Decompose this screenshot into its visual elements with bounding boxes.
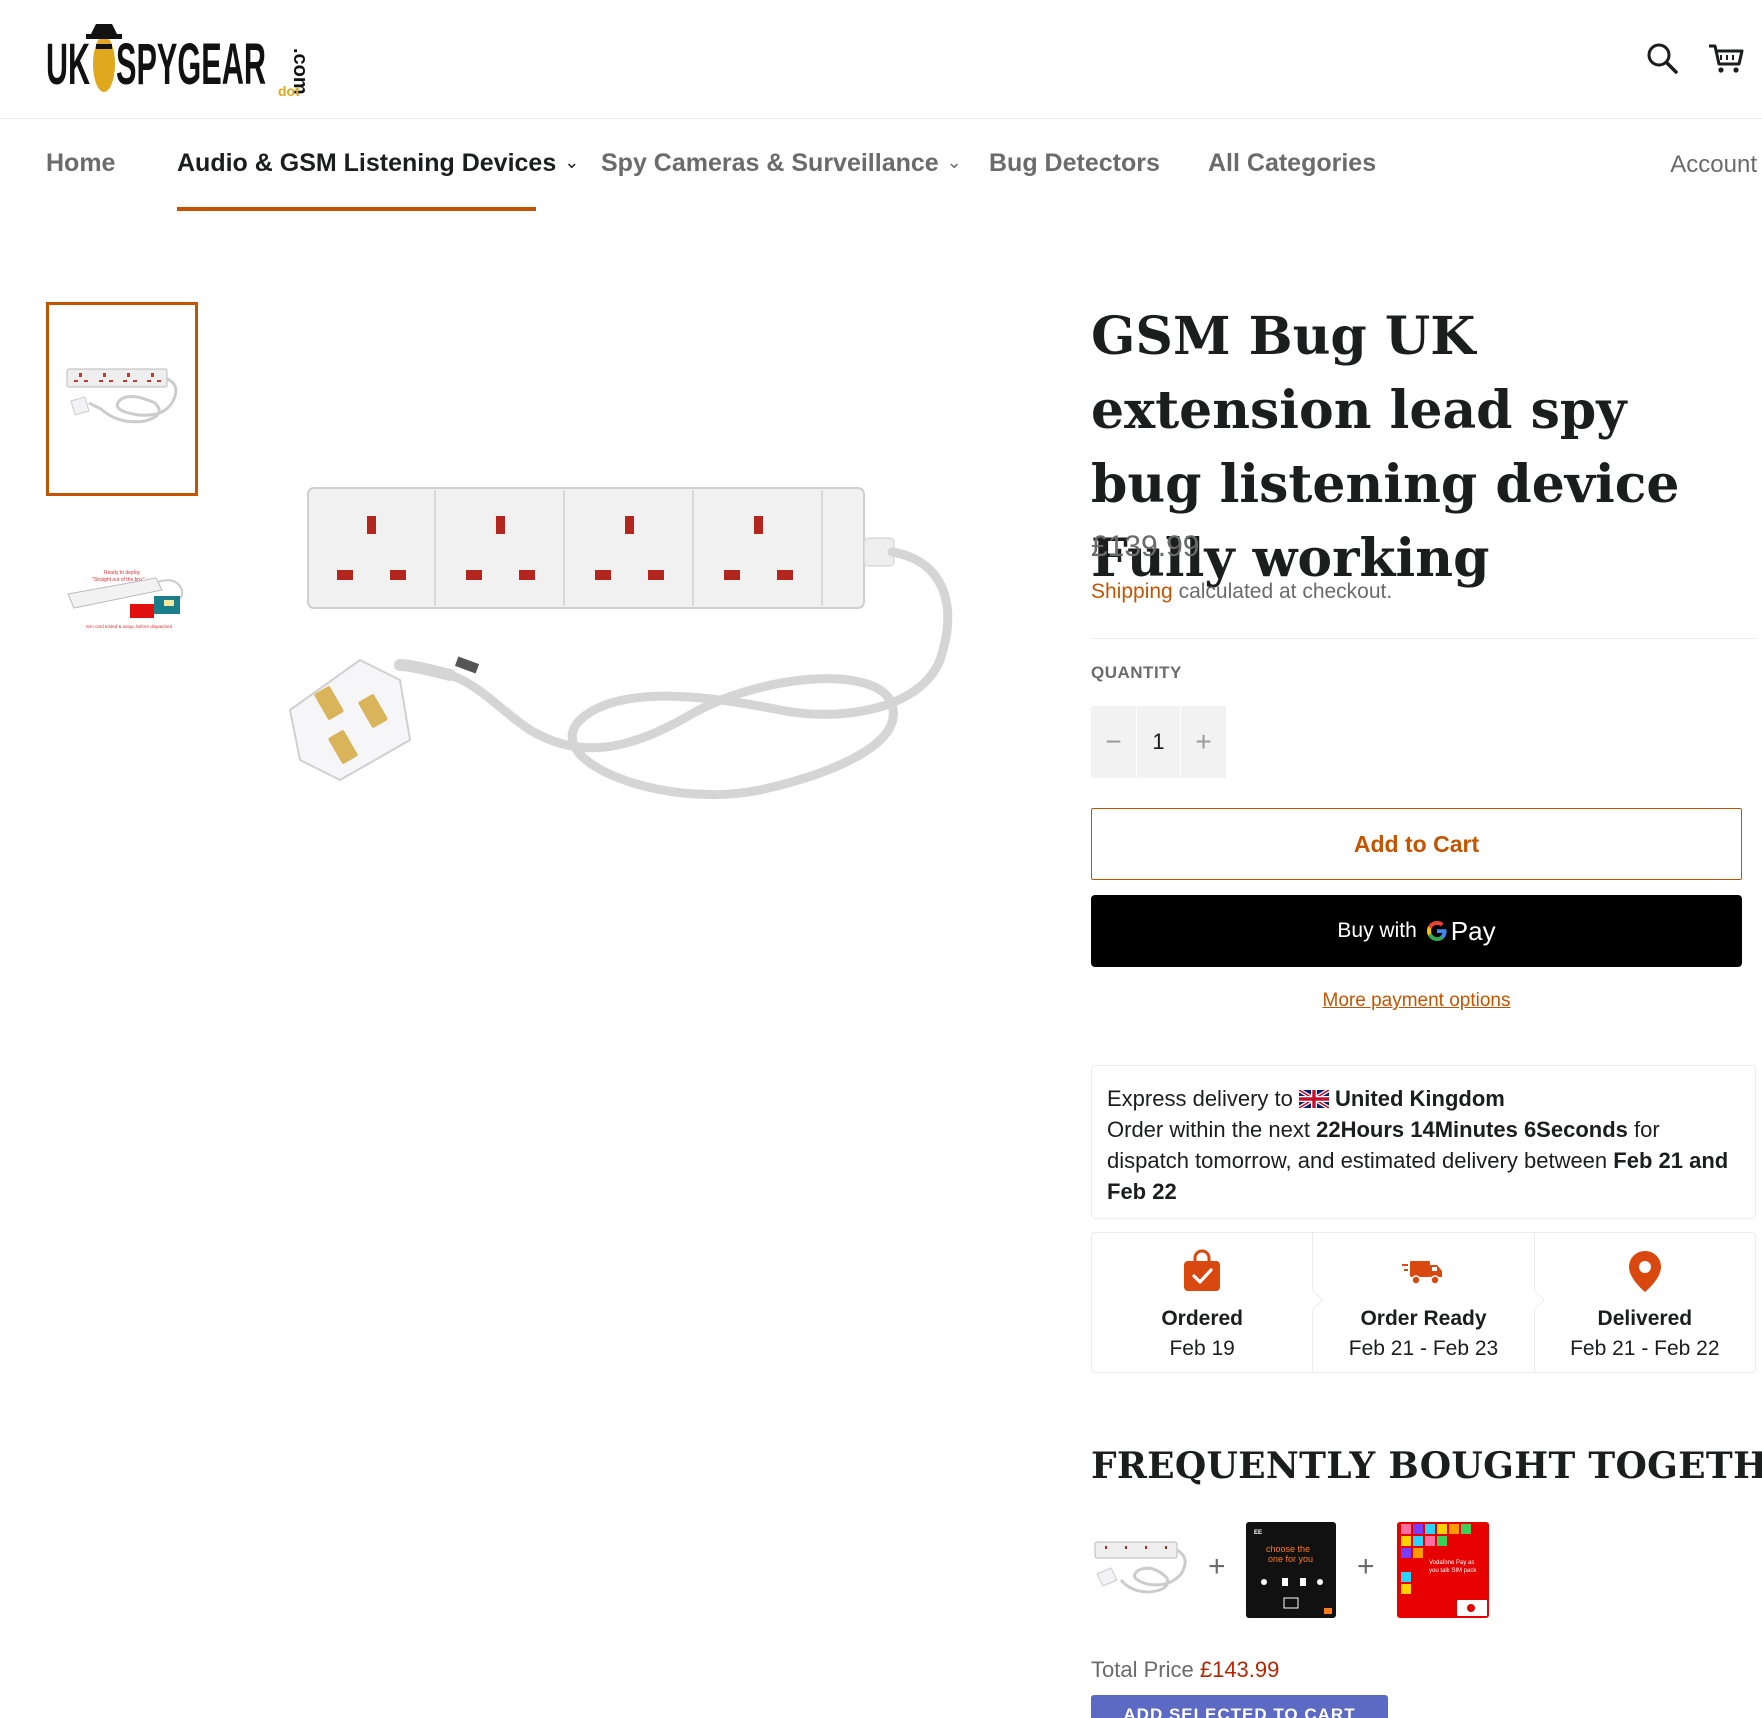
nav-item-audio-gsm[interactable]: Audio & GSM Listening Devices ⌄ xyxy=(177,149,579,178)
delivery-line2-prefix: Order within the next xyxy=(1107,1117,1310,1142)
search-icon[interactable] xyxy=(1642,38,1682,78)
main-nav: Home Audio & GSM Listening Devices ⌄ Spy … xyxy=(0,119,1762,214)
delivery-truck-icon xyxy=(1402,1261,1443,1285)
quantity-decrease-button[interactable]: − xyxy=(1091,706,1136,778)
divider xyxy=(1091,638,1756,639)
svg-text:choose the: choose the xyxy=(1266,1544,1310,1554)
fbt-total-price: Total Price £143.99 xyxy=(1091,1657,1279,1683)
timeline-step-ordered: Ordered Feb 19 xyxy=(1092,1233,1324,1372)
fbt-total-label: Total Price xyxy=(1091,1657,1194,1682)
timeline-step-title: Ordered xyxy=(1161,1307,1244,1330)
nav-item-label: Bug Detectors xyxy=(989,149,1160,177)
nav-item-label: Spy Cameras & Surveillance xyxy=(601,149,939,177)
svg-text:UK: UK xyxy=(46,32,90,97)
svg-text:SPYGEAR: SPYGEAR xyxy=(116,32,266,97)
nav-item-label: Home xyxy=(46,149,116,177)
nav-item-all-categories[interactable]: All Categories xyxy=(1208,149,1376,178)
fbt-product-extension-lead[interactable] xyxy=(1091,1518,1191,1620)
delivery-country: United Kingdom xyxy=(1334,1086,1505,1111)
delivery-countdown: 22Hours 14Minutes 6Seconds xyxy=(1316,1117,1628,1142)
quantity-input[interactable]: 1 xyxy=(1136,706,1181,778)
shipping-link[interactable]: Shipping xyxy=(1091,580,1173,603)
timeline-step-date: Feb 21 - Feb 22 xyxy=(1570,1337,1720,1360)
map-pin-icon xyxy=(1628,1251,1661,1292)
svg-text:EE: EE xyxy=(1254,1530,1262,1536)
timeline-step-delivered: Delivered Feb 21 - Feb 22 xyxy=(1535,1233,1755,1372)
site-logo[interactable]: UK SPYGEAR .com dot xyxy=(46,14,316,104)
timeline-step-date: Feb 19 xyxy=(1169,1337,1235,1360)
quantity-increase-button[interactable]: + xyxy=(1181,706,1226,778)
shipping-note-text: calculated at checkout. xyxy=(1172,580,1393,603)
product-thumbnail-2[interactable]: Ready to deploy "Straight out of the box… xyxy=(46,536,198,686)
more-payment-options-link[interactable]: More payment options xyxy=(1091,990,1742,1012)
svg-text:Ready to deploy: Ready to deploy xyxy=(104,570,141,576)
site-header: UK SPYGEAR .com dot xyxy=(0,0,1762,119)
fbt-product-sim-card-black[interactable]: EE choose the one for you xyxy=(1244,1518,1338,1620)
google-g-icon xyxy=(1426,921,1447,941)
add-to-cart-button[interactable]: Add to Cart xyxy=(1091,808,1742,880)
chevron-down-icon: ⌄ xyxy=(564,152,580,172)
delivery-line1-prefix: Express delivery to xyxy=(1107,1086,1293,1111)
cart-icon[interactable] xyxy=(1706,38,1746,78)
timeline-step-order-ready: Order Ready Feb 21 - Feb 23 xyxy=(1313,1233,1545,1372)
quantity-label: QUANTITY xyxy=(1091,663,1182,682)
svg-text:dot: dot xyxy=(278,83,300,99)
svg-text:Vodafone Pay as: Vodafone Pay as xyxy=(1429,1560,1474,1566)
product-thumbnail-1[interactable] xyxy=(46,302,198,496)
svg-text:Sim card tested & setup, befor: Sim card tested & setup, before dispatch… xyxy=(86,624,173,629)
fbt-products: + EE choose the one for you + Vodafone P… xyxy=(1091,1518,1511,1620)
account-link[interactable]: Account xyxy=(1670,151,1757,179)
fbt-plus: + xyxy=(1357,1550,1375,1583)
product-main-image[interactable] xyxy=(280,460,970,850)
nav-item-home[interactable]: Home xyxy=(46,149,115,178)
svg-text:one for you: one for you xyxy=(1268,1554,1313,1564)
uk-flag-icon xyxy=(1298,1090,1329,1108)
nav-item-label: All Categories xyxy=(1208,149,1377,177)
nav-item-spy-cameras[interactable]: Spy Cameras & Surveillance ⌄ xyxy=(601,149,962,178)
extension-lead-with-sim-thumbnail-image: Ready to deploy "Straight out of the box… xyxy=(67,570,184,629)
active-nav-indicator xyxy=(177,207,536,211)
fbt-title: FREQUENTLY BOUGHT TOGETHER xyxy=(1091,1445,1762,1487)
quantity-stepper: − 1 + xyxy=(1091,706,1226,778)
buy-with-gpay-button[interactable]: Buy with Pay xyxy=(1091,895,1742,967)
gpay-prefix: Buy with xyxy=(1337,919,1417,942)
timeline-step-title: Order Ready xyxy=(1360,1307,1487,1330)
delivery-timeline: Ordered Feb 19 Order Ready Feb 21 - Feb … xyxy=(1091,1232,1756,1373)
fbt-plus: + xyxy=(1208,1550,1226,1583)
add-selected-to-cart-button[interactable]: ADD SELECTED TO CART xyxy=(1091,1695,1388,1718)
shipping-note: Shipping calculated at checkout. xyxy=(1091,580,1392,604)
extension-lead-thumbnail-image xyxy=(66,368,178,424)
product-price: £139.99 xyxy=(1091,530,1200,563)
nav-item-bug-detectors[interactable]: Bug Detectors xyxy=(989,149,1160,178)
nav-item-label: Audio & GSM Listening Devices xyxy=(177,149,557,177)
fbt-product-sim-card-red[interactable]: Vodafone Pay as you talk SIM pack xyxy=(1395,1518,1495,1620)
gpay-word: Pay xyxy=(1450,915,1496,946)
svg-text:you talk SIM pack: you talk SIM pack xyxy=(1429,1568,1477,1574)
delivery-estimate-box: Express delivery to United Kingdom Order… xyxy=(1091,1065,1756,1219)
timeline-step-title: Delivered xyxy=(1597,1307,1693,1330)
shopping-bag-check-icon xyxy=(1184,1249,1221,1291)
chevron-down-icon: ⌄ xyxy=(946,152,962,172)
timeline-step-date: Feb 21 - Feb 23 xyxy=(1348,1337,1499,1360)
fbt-total-amount: £143.99 xyxy=(1199,1657,1280,1682)
